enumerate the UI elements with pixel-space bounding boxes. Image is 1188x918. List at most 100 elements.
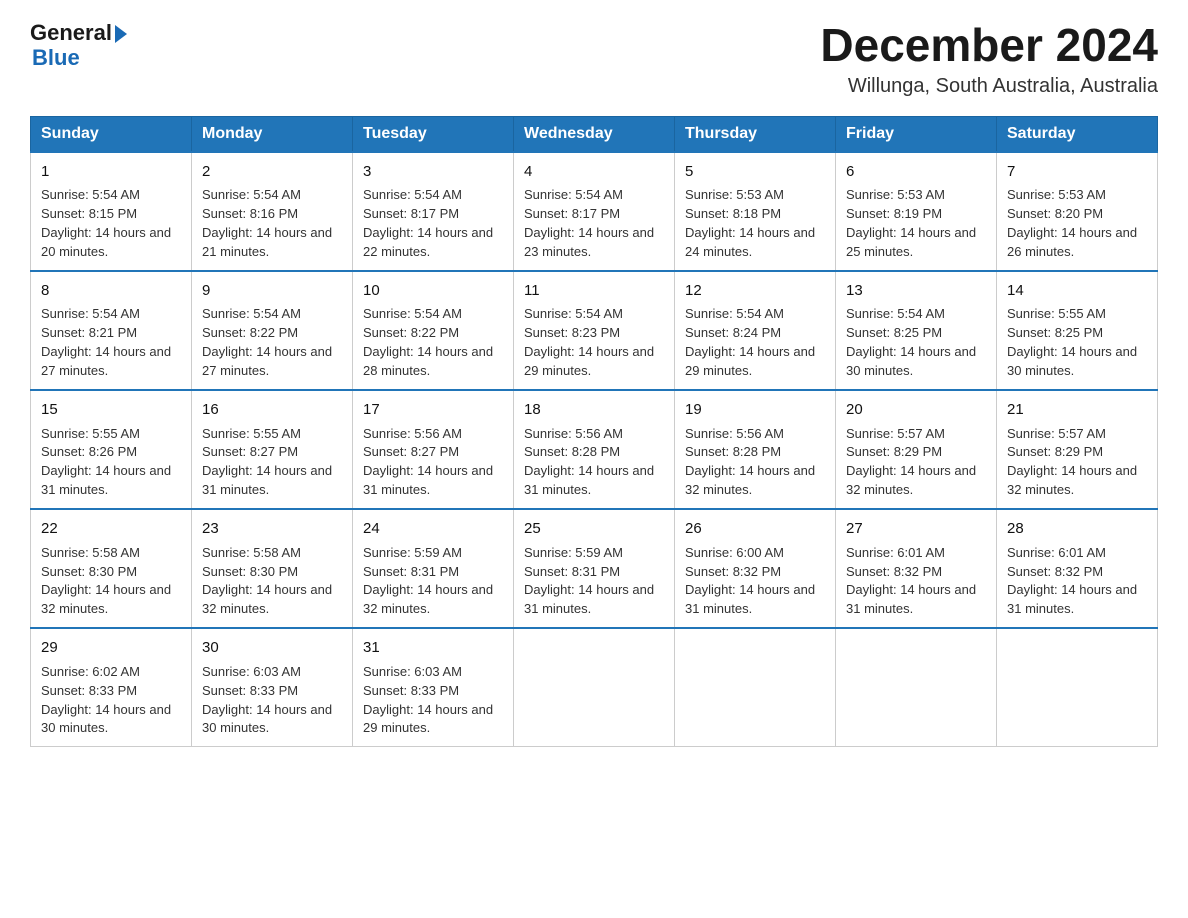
calendar-cell: 21 Sunrise: 5:57 AMSunset: 8:29 PMDayligh… [997,390,1158,509]
day-number: 30 [202,637,342,659]
day-info: Sunrise: 5:56 AMSunset: 8:28 PMDaylight:… [524,425,664,500]
calendar-header-friday: Friday [836,116,997,152]
day-info: Sunrise: 5:54 AMSunset: 8:22 PMDaylight:… [202,305,342,380]
day-info: Sunrise: 5:53 AMSunset: 8:19 PMDaylight:… [846,186,986,261]
day-number: 4 [524,161,664,183]
calendar-cell: 31Sunrise: 6:03 AMSunset: 8:33 PMDayligh… [353,628,514,747]
day-info: Sunrise: 5:54 AMSunset: 8:25 PMDaylight:… [846,305,986,380]
day-number: 22 [41,518,181,540]
day-number: 6 [846,161,986,183]
calendar-week-row: 1Sunrise: 5:54 AMSunset: 8:15 PMDaylight… [31,152,1158,271]
day-number: 8 [41,280,181,302]
day-number: 26 [685,518,825,540]
day-info: Sunrise: 5:54 AMSunset: 8:17 PMDaylight:… [363,186,503,261]
day-number: 9 [202,280,342,302]
calendar-cell: 28 Sunrise: 6:01 AMSunset: 8:32 PMDayligh… [997,509,1158,628]
day-number: 23 [202,518,342,540]
calendar-header-wednesday: Wednesday [514,116,675,152]
day-number: 17 [363,399,503,421]
day-info: Sunrise: 5:54 AMSunset: 8:16 PMDaylight:… [202,186,342,261]
day-info: Sunrise: 5:53 AMSunset: 8:18 PMDaylight:… [685,186,825,261]
calendar-table: SundayMondayTuesdayWednesdayThursdayFrid… [30,116,1158,748]
calendar-cell: 10 Sunrise: 5:54 AMSunset: 8:22 PMDayligh… [353,271,514,390]
day-number: 13 [846,280,986,302]
day-info: Sunrise: 5:58 AMSunset: 8:30 PMDaylight:… [41,544,181,619]
day-number: 15 [41,399,181,421]
day-number: 16 [202,399,342,421]
month-title: December 2024 [820,20,1158,71]
day-info: Sunrise: 5:54 AMSunset: 8:15 PMDaylight:… [41,186,181,261]
day-info: Sunrise: 5:54 AMSunset: 8:17 PMDaylight:… [524,186,664,261]
day-info: Sunrise: 5:56 AMSunset: 8:28 PMDaylight:… [685,425,825,500]
calendar-header-tuesday: Tuesday [353,116,514,152]
title-block: December 2024 Willunga, South Australia,… [820,20,1158,98]
day-info: Sunrise: 5:58 AMSunset: 8:30 PMDaylight:… [202,544,342,619]
logo-arrow-icon [115,25,127,43]
calendar-cell [836,628,997,747]
calendar-cell: 24 Sunrise: 5:59 AMSunset: 8:31 PMDayligh… [353,509,514,628]
calendar-cell: 22 Sunrise: 5:58 AMSunset: 8:30 PMDayligh… [31,509,192,628]
day-number: 24 [363,518,503,540]
calendar-cell: 12Sunrise: 5:54 AMSunset: 8:24 PMDayligh… [675,271,836,390]
calendar-cell: 23 Sunrise: 5:58 AMSunset: 8:30 PMDayligh… [192,509,353,628]
calendar-cell [997,628,1158,747]
calendar-cell: 16 Sunrise: 5:55 AMSunset: 8:27 PMDayligh… [192,390,353,509]
day-info: Sunrise: 5:59 AMSunset: 8:31 PMDaylight:… [363,544,503,619]
day-info: Sunrise: 5:59 AMSunset: 8:31 PMDaylight:… [524,544,664,619]
calendar-week-row: 15 Sunrise: 5:55 AMSunset: 8:26 PMDayligh… [31,390,1158,509]
day-info: Sunrise: 6:01 AMSunset: 8:32 PMDaylight:… [1007,544,1147,619]
location-subtitle: Willunga, South Australia, Australia [820,75,1158,98]
day-number: 27 [846,518,986,540]
calendar-cell: 15 Sunrise: 5:55 AMSunset: 8:26 PMDayligh… [31,390,192,509]
day-number: 28 [1007,518,1147,540]
calendar-cell: 3 Sunrise: 5:54 AMSunset: 8:17 PMDaylight… [353,152,514,271]
day-number: 18 [524,399,664,421]
day-info: Sunrise: 5:56 AMSunset: 8:27 PMDaylight:… [363,425,503,500]
day-number: 20 [846,399,986,421]
day-info: Sunrise: 6:01 AMSunset: 8:32 PMDaylight:… [846,544,986,619]
day-number: 25 [524,518,664,540]
calendar-cell: 4 Sunrise: 5:54 AMSunset: 8:17 PMDaylight… [514,152,675,271]
day-number: 7 [1007,161,1147,183]
calendar-cell [675,628,836,747]
day-number: 12 [685,280,825,302]
day-info: Sunrise: 5:55 AMSunset: 8:25 PMDaylight:… [1007,305,1147,380]
calendar-cell: 7 Sunrise: 5:53 AMSunset: 8:20 PMDaylight… [997,152,1158,271]
day-info: Sunrise: 5:55 AMSunset: 8:26 PMDaylight:… [41,425,181,500]
day-info: Sunrise: 5:54 AMSunset: 8:21 PMDaylight:… [41,305,181,380]
calendar-cell: 30 Sunrise: 6:03 AMSunset: 8:33 PMDayligh… [192,628,353,747]
calendar-cell: 29Sunrise: 6:02 AMSunset: 8:33 PMDayligh… [31,628,192,747]
day-info: Sunrise: 5:53 AMSunset: 8:20 PMDaylight:… [1007,186,1147,261]
calendar-header-saturday: Saturday [997,116,1158,152]
day-number: 10 [363,280,503,302]
day-info: Sunrise: 5:54 AMSunset: 8:23 PMDaylight:… [524,305,664,380]
calendar-cell: 18 Sunrise: 5:56 AMSunset: 8:28 PMDayligh… [514,390,675,509]
calendar-header-monday: Monday [192,116,353,152]
calendar-cell: 19 Sunrise: 5:56 AMSunset: 8:28 PMDayligh… [675,390,836,509]
calendar-header-thursday: Thursday [675,116,836,152]
day-number: 19 [685,399,825,421]
day-number: 21 [1007,399,1147,421]
calendar-cell: 11 Sunrise: 5:54 AMSunset: 8:23 PMDayligh… [514,271,675,390]
calendar-cell: 20 Sunrise: 5:57 AMSunset: 8:29 PMDayligh… [836,390,997,509]
day-number: 2 [202,161,342,183]
day-info: Sunrise: 5:54 AMSunset: 8:22 PMDaylight:… [363,305,503,380]
calendar-header-sunday: Sunday [31,116,192,152]
calendar-cell: 17 Sunrise: 5:56 AMSunset: 8:27 PMDayligh… [353,390,514,509]
calendar-week-row: 22 Sunrise: 5:58 AMSunset: 8:30 PMDayligh… [31,509,1158,628]
calendar-week-row: 29Sunrise: 6:02 AMSunset: 8:33 PMDayligh… [31,628,1158,747]
day-info: Sunrise: 6:03 AMSunset: 8:33 PMDaylight:… [202,663,342,738]
calendar-cell: 5Sunrise: 5:53 AMSunset: 8:18 PMDaylight… [675,152,836,271]
calendar-cell [514,628,675,747]
calendar-header-row: SundayMondayTuesdayWednesdayThursdayFrid… [31,116,1158,152]
calendar-cell: 14 Sunrise: 5:55 AMSunset: 8:25 PMDayligh… [997,271,1158,390]
day-number: 29 [41,637,181,659]
day-number: 11 [524,280,664,302]
day-info: Sunrise: 6:03 AMSunset: 8:33 PMDaylight:… [363,663,503,738]
day-info: Sunrise: 5:57 AMSunset: 8:29 PMDaylight:… [1007,425,1147,500]
calendar-week-row: 8 Sunrise: 5:54 AMSunset: 8:21 PMDaylight… [31,271,1158,390]
day-info: Sunrise: 5:55 AMSunset: 8:27 PMDaylight:… [202,425,342,500]
day-number: 14 [1007,280,1147,302]
day-info: Sunrise: 5:57 AMSunset: 8:29 PMDaylight:… [846,425,986,500]
day-number: 3 [363,161,503,183]
